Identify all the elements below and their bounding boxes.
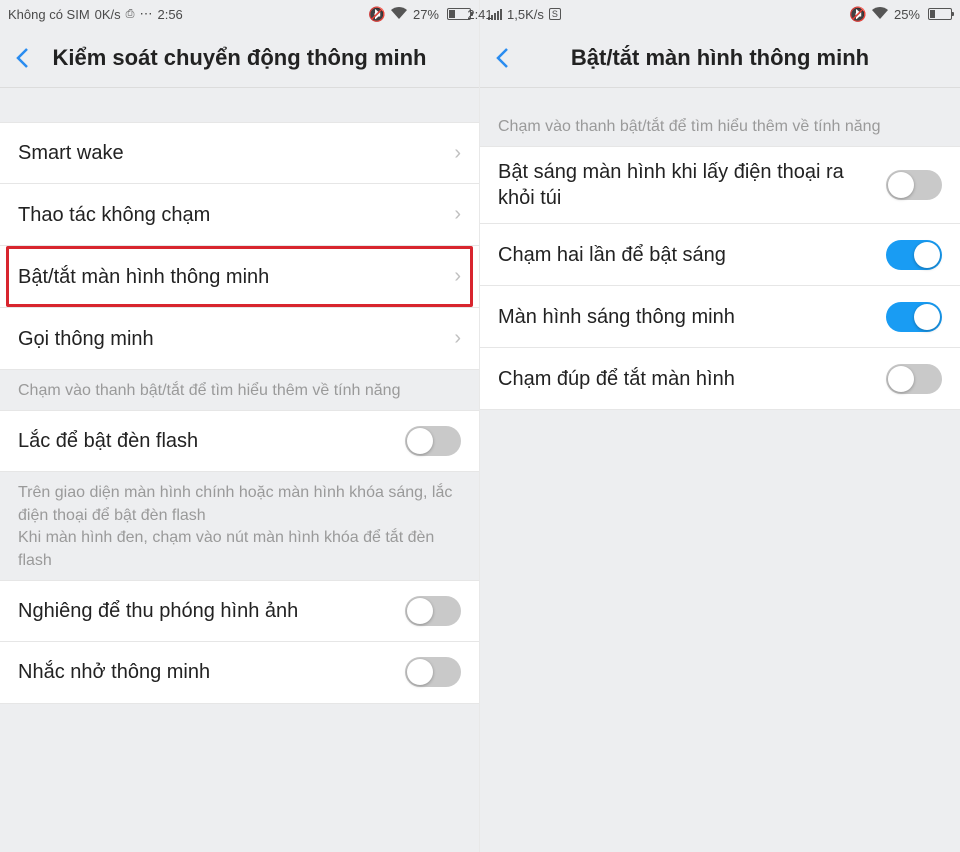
row-label: Chạm đúp để tắt màn hình — [498, 366, 886, 392]
row-double-tap-on[interactable]: Chạm hai lần để bật sáng — [480, 224, 960, 286]
row-label: Màn hình sáng thông minh — [498, 304, 886, 330]
toggle-smart-remind[interactable] — [405, 657, 461, 687]
toggle-smart-bright[interactable] — [886, 302, 942, 332]
page-title: Kiểm soát chuyển động thông minh — [0, 45, 479, 71]
chevron-right-icon: › — [454, 327, 461, 350]
row-label: Lắc để bật đèn flash — [18, 428, 405, 454]
toggle-double-tap-off[interactable] — [886, 364, 942, 394]
row-smart-remind[interactable]: Nhắc nhở thông minh — [0, 642, 479, 704]
row-label: Nghiêng để thu phóng hình ảnh — [18, 598, 405, 624]
chevron-right-icon: › — [454, 142, 461, 165]
battery-icon — [926, 8, 952, 20]
toggle-tilt-zoom[interactable] — [405, 596, 461, 626]
nav-bar: Kiểm soát chuyển động thông minh — [0, 28, 479, 88]
hint-text: Chạm vào thanh bật/tắt để tìm hiểu thêm … — [0, 370, 479, 410]
back-button[interactable] — [0, 28, 44, 88]
chevron-right-icon: › — [454, 203, 461, 226]
toggle-double-tap-on[interactable] — [886, 240, 942, 270]
content-right: Chạm vào thanh bật/tắt để tìm hiểu thêm … — [480, 88, 960, 852]
row-tilt-zoom[interactable]: Nghiêng để thu phóng hình ảnh — [0, 580, 479, 642]
row-double-tap-off[interactable]: Chạm đúp để tắt màn hình — [480, 348, 960, 410]
nav-bar: Bật/tắt màn hình thông minh — [480, 28, 960, 88]
row-pocket-wake[interactable]: Bật sáng màn hình khi lấy điện thoại ra … — [480, 146, 960, 224]
page-title: Bật/tắt màn hình thông minh — [480, 45, 960, 71]
content-left: Smart wake › Thao tác không chạm › Bật/t… — [0, 88, 479, 852]
row-label: Bật/tắt màn hình thông minh — [18, 264, 454, 290]
phone-right: 1,5K/s S 2:41 🔇 25% Bật/tắt màn hình thô… — [480, 0, 960, 852]
row-label: Thao tác không chạm — [18, 202, 454, 228]
row-label: Smart wake — [18, 140, 454, 166]
row-label: Chạm hai lần để bật sáng — [498, 242, 886, 268]
row-smart-call[interactable]: Gọi thông minh › — [0, 308, 479, 370]
status-bar: 1,5K/s S 2:41 🔇 25% — [480, 0, 960, 28]
row-shake-flash[interactable]: Lắc để bật đèn flash — [0, 410, 479, 472]
row-smart-wake[interactable]: Smart wake › — [0, 122, 479, 184]
chevron-right-icon: › — [454, 265, 461, 288]
row-smart-screen[interactable]: Bật/tắt màn hình thông minh › — [0, 246, 479, 308]
row-label: Nhắc nhở thông minh — [18, 659, 405, 685]
row-smart-bright[interactable]: Màn hình sáng thông minh — [480, 286, 960, 348]
hint-text: Chạm vào thanh bật/tắt để tìm hiểu thêm … — [480, 88, 960, 146]
row-label: Gọi thông minh — [18, 326, 454, 352]
row-label: Bật sáng màn hình khi lấy điện thoại ra … — [498, 159, 886, 211]
row-no-touch[interactable]: Thao tác không chạm › — [0, 184, 479, 246]
status-time: 2:41 — [0, 7, 960, 22]
hint-text: Trên giao diện màn hình chính hoặc màn h… — [0, 472, 479, 580]
toggle-shake-flash[interactable] — [405, 426, 461, 456]
toggle-pocket-wake[interactable] — [886, 170, 942, 200]
back-button[interactable] — [480, 28, 524, 88]
phone-left: Không có SIM 0K/s ⎙ ⋯ 2:56 🔇 27% Kiểm so… — [0, 0, 480, 852]
mute-icon: 🔇 — [849, 6, 866, 23]
